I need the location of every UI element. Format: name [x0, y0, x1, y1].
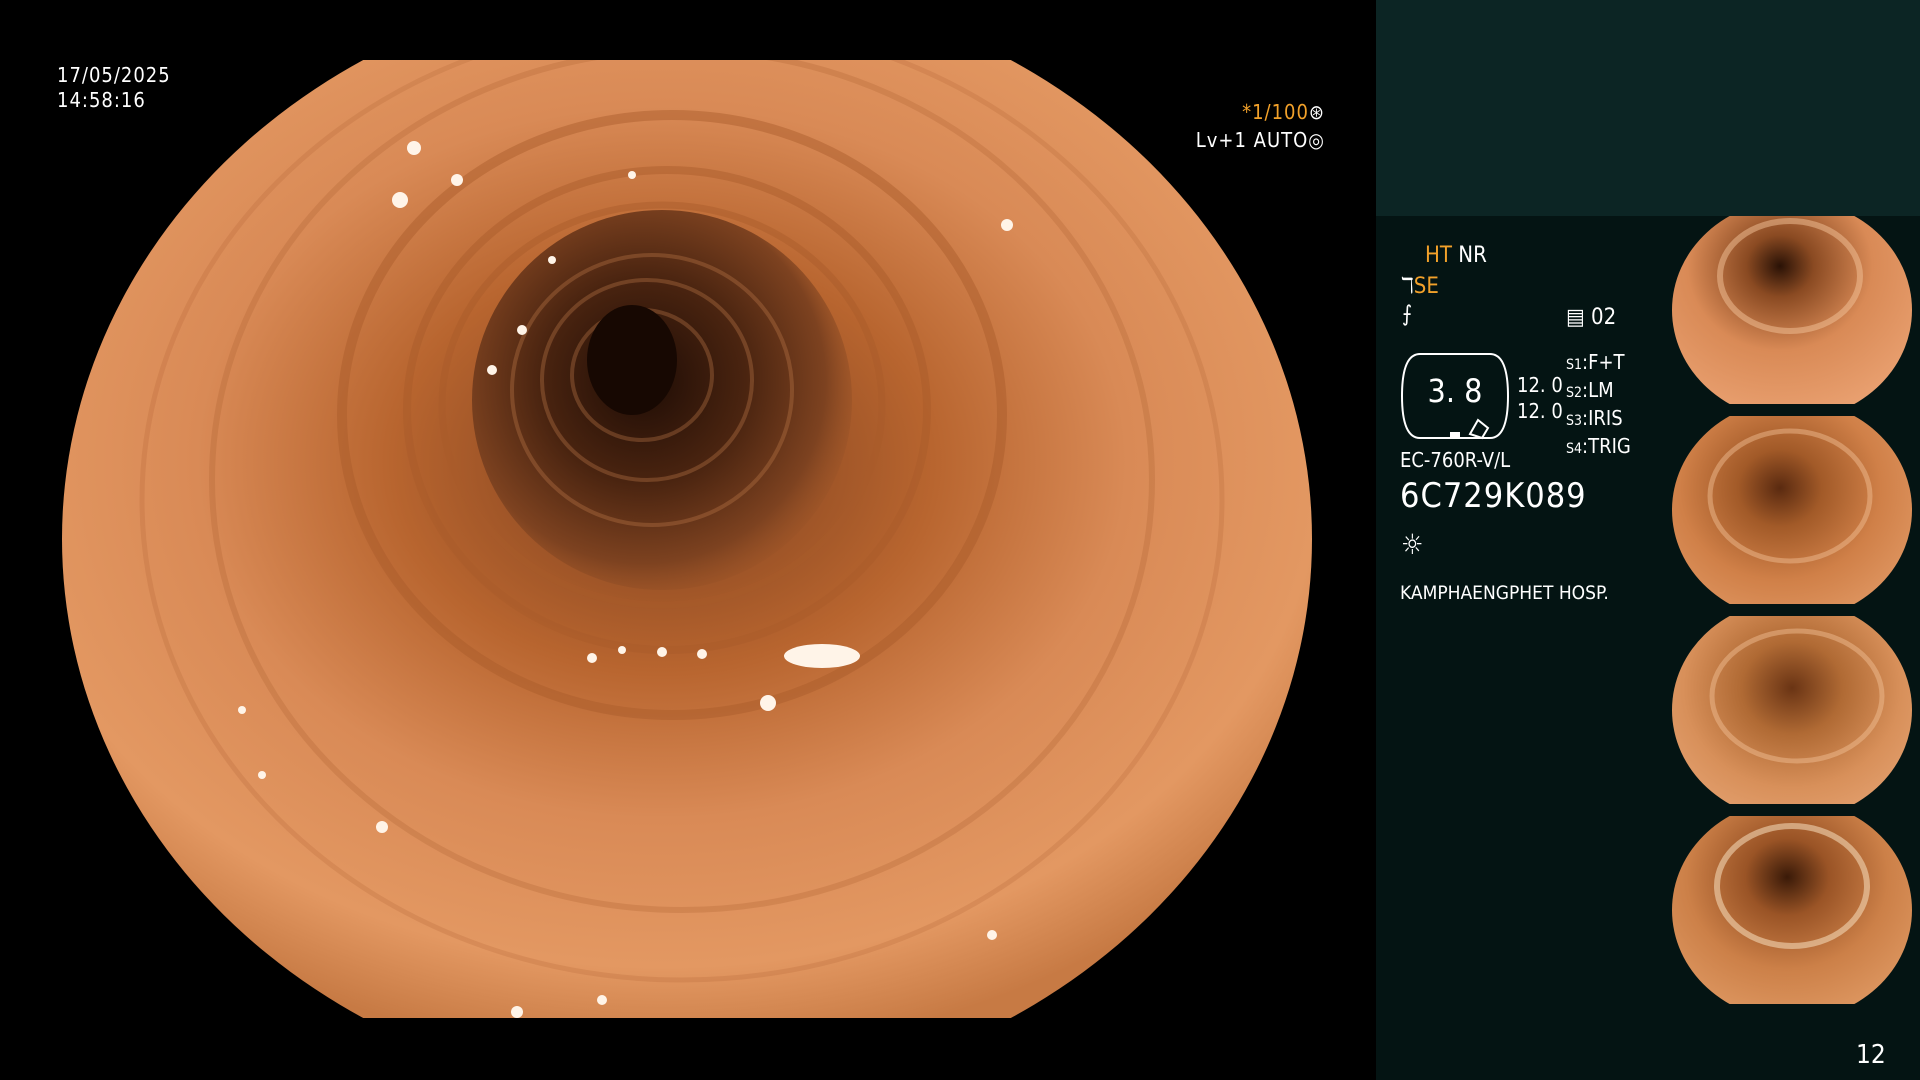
switch-row: S4:TRIG — [1566, 434, 1631, 458]
parameter-values: 12. 0 12. 0 — [1517, 372, 1563, 424]
switch-row: S1:F+T — [1566, 350, 1625, 374]
memory-row: ▤ 02 — [1566, 305, 1616, 330]
switch-value: LM — [1588, 378, 1614, 402]
endoscope-main-view — [62, 60, 1312, 1018]
se-row: ℸSE — [1401, 274, 1439, 299]
thumbnail-2[interactable] — [1672, 416, 1920, 604]
param-value-1: 12. 0 — [1517, 373, 1563, 397]
nr-label: NR — [1458, 243, 1487, 268]
switch-settings: S1:F+T S2:LM S3:IRIS S4:TRIG — [1566, 350, 1631, 462]
thumbnail-1[interactable] — [1672, 216, 1920, 404]
zoom-value: 3. 8 — [1427, 372, 1483, 410]
memory-card-icon: ▤ — [1566, 305, 1585, 330]
page-number: 12 — [1856, 1040, 1886, 1070]
switch-value: F+T — [1588, 350, 1625, 374]
light-source-icon: ☼ — [1401, 528, 1424, 561]
freeze-icon: ⨍ — [1402, 302, 1413, 327]
scope-model: EC-760R-V/L — [1400, 448, 1511, 472]
shutter-text: *1/100 — [1242, 100, 1309, 124]
switch-label: S2 — [1566, 385, 1583, 401]
switch-value: TRIG — [1588, 434, 1631, 458]
ht-nr-row: HT NR — [1425, 243, 1487, 268]
time-text: 14:58:16 — [57, 88, 146, 112]
structure-enhance-icon: ℸ — [1401, 274, 1414, 299]
light-level-text: Lv+1 AUTO — [1195, 128, 1309, 152]
thumbnail-3[interactable] — [1672, 616, 1920, 804]
date-text: 17/05/2025 — [57, 63, 171, 87]
memory-count: 02 — [1591, 305, 1617, 330]
switch-row: S3:IRIS — [1566, 406, 1623, 430]
switch-label: S1 — [1566, 357, 1583, 373]
switch-value: IRIS — [1588, 406, 1623, 430]
switch-label: S3 — [1566, 413, 1583, 429]
hospital-name: KAMPHAENGPHET HOSP. — [1400, 582, 1609, 604]
light-level-readout: Lv+1 AUTO◎ — [1190, 128, 1325, 153]
ht-label: HT — [1425, 243, 1452, 268]
iris-icon: ◎ — [1308, 128, 1325, 152]
thumbnail-4[interactable] — [1672, 816, 1920, 1004]
shutter-readout: *1/100⊛ — [1225, 100, 1325, 125]
se-label: SE — [1413, 274, 1439, 299]
switch-row: S2:LM — [1566, 378, 1614, 402]
param-value-2: 12. 0 — [1517, 399, 1563, 423]
date-time-block: 17/05/2025 14:58:16 — [57, 63, 171, 113]
aperture-icon: ⊛ — [1308, 100, 1325, 124]
switch-label: S4 — [1566, 441, 1583, 457]
scope-serial: 6C729K089 — [1400, 476, 1587, 516]
info-panel-header — [1376, 0, 1920, 216]
